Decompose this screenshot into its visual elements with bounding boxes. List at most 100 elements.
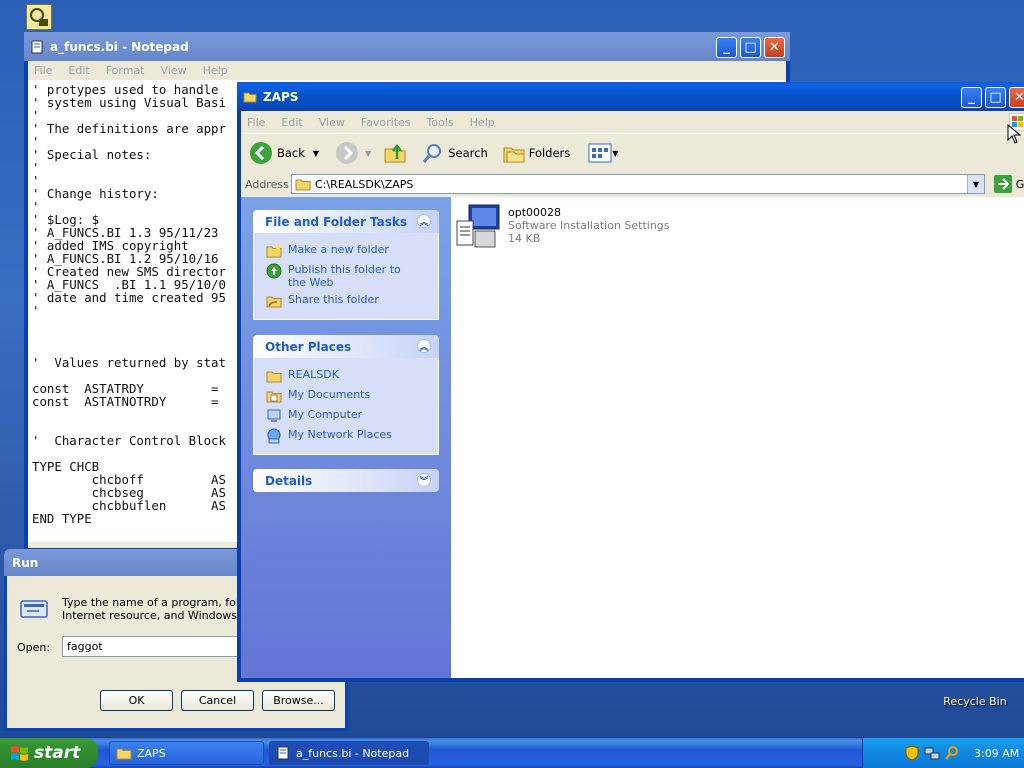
place-realsdk[interactable]: REALSDK	[266, 368, 438, 384]
address-input[interactable]: C:\REALSDK\ZAPS ▼	[291, 174, 985, 194]
run-cancel-button[interactable]: Cancel	[181, 690, 254, 711]
place-my-computer-label: My Computer	[288, 408, 363, 421]
notepad-maximize-button[interactable]: □	[740, 37, 761, 58]
details-panel: Details ︾	[253, 469, 439, 492]
explorer-title: ZAPS	[263, 89, 299, 104]
run-description-2: Internet resource, and Windows will	[62, 609, 259, 622]
collapse-chevron-icon[interactable]: ︽	[417, 214, 431, 228]
search-tray-icon[interactable]	[944, 745, 960, 761]
windows-flag-icon	[11, 746, 28, 761]
file-folder-tasks-body: Make a new folder Publish this folder to…	[253, 233, 439, 320]
run-open-input[interactable]: faggot	[62, 636, 252, 657]
place-my-documents-label: My Documents	[288, 388, 371, 401]
details-header[interactable]: Details ︾	[253, 469, 439, 492]
views-dropdown-icon: ▼	[612, 148, 619, 158]
taskbar-item-notepad[interactable]: a_funcs.bi - Notepad	[269, 741, 429, 765]
system-tray: 3:09 AM	[862, 738, 1024, 768]
place-realsdk-label: REALSDK	[288, 368, 339, 381]
other-places-body: REALSDK My Documents My Computer My Netw…	[253, 358, 439, 455]
explorer-menu-favorites[interactable]: Favorites	[361, 116, 411, 129]
folders-button[interactable]: Folders	[502, 141, 570, 165]
place-my-network-places-label: My Network Places	[288, 428, 392, 441]
file-folder-tasks-title: File and Folder Tasks	[265, 214, 408, 229]
back-dropdown-icon[interactable]: ▼	[313, 149, 319, 158]
search-icon	[423, 144, 442, 163]
explorer-menubar: File Edit View Favorites Tools Help	[241, 111, 1024, 133]
up-folder-button[interactable]	[383, 141, 407, 165]
network-places-icon	[267, 428, 281, 444]
taskbar: start ZAPS a_funcs.bi - Notepad 3:09 AM	[0, 738, 1024, 768]
place-my-computer[interactable]: My Computer	[266, 408, 438, 424]
search-button[interactable]: Search	[421, 141, 488, 165]
network-icon[interactable]	[924, 745, 940, 761]
notepad-menu-view[interactable]: View	[161, 64, 187, 77]
go-button[interactable]: Go	[993, 175, 1024, 193]
run-description-1: Type the name of a program, folder,	[62, 596, 261, 609]
folder-icon	[243, 92, 257, 102]
file-type: Software Installation Settings	[508, 219, 670, 232]
file-folder-tasks-header[interactable]: File and Folder Tasks ︽	[253, 210, 439, 233]
other-places-panel: Other Places ︽ REALSDK My Documents My C…	[253, 335, 439, 455]
file-name: opt00028	[508, 206, 562, 219]
file-list[interactable]: opt00028 Software Installation Settings …	[451, 197, 1024, 678]
place-my-network-places[interactable]: My Network Places	[266, 428, 438, 444]
explorer-menu-file[interactable]: File	[247, 116, 265, 129]
notepad-menu-format[interactable]: Format	[106, 64, 145, 77]
task-pane: File and Folder Tasks ︽ Make a new folde…	[241, 197, 451, 678]
run-browse-button[interactable]: Browse...	[262, 690, 335, 711]
details-title: Details	[265, 473, 313, 488]
share-folder-icon	[266, 296, 282, 308]
forward-arrow-icon	[336, 142, 359, 164]
explorer-minimize-button[interactable]: _	[961, 87, 982, 108]
taskbar-item-zaps[interactable]: ZAPS	[109, 741, 264, 765]
task-make-new-folder-label: Make a new folder	[288, 243, 389, 256]
run-open-value: faggot	[67, 640, 103, 653]
start-button[interactable]: start	[0, 738, 98, 768]
desktop-program-icon[interactable]	[26, 4, 52, 30]
explorer-titlebar[interactable]: ZAPS _ □ ✕	[237, 82, 1024, 111]
address-dropdown-icon[interactable]: ▼	[967, 175, 984, 193]
other-places-header[interactable]: Other Places ︽	[253, 335, 439, 358]
new-folder-icon	[266, 244, 282, 258]
notepad-titlebar[interactable]: a_funcs.bi - Notepad _ □ ✕	[24, 32, 790, 61]
views-button[interactable]: ▼	[588, 143, 618, 163]
notepad-icon	[31, 40, 43, 53]
collapse-chevron-icon[interactable]: ︽	[417, 339, 431, 353]
task-make-new-folder[interactable]: Make a new folder	[266, 243, 438, 259]
notepad-close-button[interactable]: ✕	[764, 37, 785, 58]
run-ok-button[interactable]: OK	[100, 690, 173, 711]
my-documents-icon	[266, 391, 282, 403]
place-my-documents[interactable]: My Documents	[266, 388, 438, 404]
explorer-window[interactable]: ZAPS _ □ ✕ File Edit View Favorites Tool…	[237, 82, 1024, 682]
other-places-title: Other Places	[265, 339, 352, 354]
explorer-close-button[interactable]: ✕	[1009, 87, 1024, 108]
address-label: Address	[245, 177, 289, 191]
clock[interactable]: 3:09 AM	[974, 747, 1019, 760]
notepad-menu-file[interactable]: File	[34, 64, 52, 77]
taskbar-item-notepad-label: a_funcs.bi - Notepad	[296, 746, 410, 760]
task-publish-folder-label: Publish this folder to the Web	[288, 263, 401, 289]
back-arrow-icon	[250, 142, 272, 164]
forward-dropdown-icon: ▼	[365, 148, 372, 158]
notepad-menu-edit[interactable]: Edit	[68, 64, 89, 77]
go-arrow-icon	[993, 175, 1012, 193]
address-value: C:\REALSDK\ZAPS	[315, 177, 414, 191]
explorer-menu-help[interactable]: Help	[470, 116, 495, 129]
explorer-menu-view[interactable]: View	[319, 116, 345, 129]
forward-button[interactable]: ▼	[335, 141, 371, 165]
back-button[interactable]: Back ▼	[249, 141, 319, 165]
task-publish-folder[interactable]: Publish this folder to the Web	[266, 263, 438, 289]
task-share-folder[interactable]: Share this folder	[266, 293, 438, 309]
notepad-minimize-button[interactable]: _	[716, 37, 737, 58]
explorer-menu-tools[interactable]: Tools	[427, 116, 454, 129]
address-folder-icon	[295, 179, 311, 191]
explorer-maximize-button[interactable]: □	[985, 87, 1006, 108]
expand-chevron-icon[interactable]: ︾	[417, 473, 431, 487]
explorer-menu-edit[interactable]: Edit	[281, 116, 302, 129]
address-bar: Address C:\REALSDK\ZAPS ▼ Go	[241, 172, 1024, 196]
notepad-menu-help[interactable]: Help	[203, 64, 228, 77]
security-shield-icon[interactable]	[905, 745, 919, 761]
file-item[interactable]: opt00028 Software Installation Settings …	[455, 203, 755, 253]
settings-file-icon	[456, 204, 500, 248]
go-label: Go	[1015, 177, 1024, 191]
